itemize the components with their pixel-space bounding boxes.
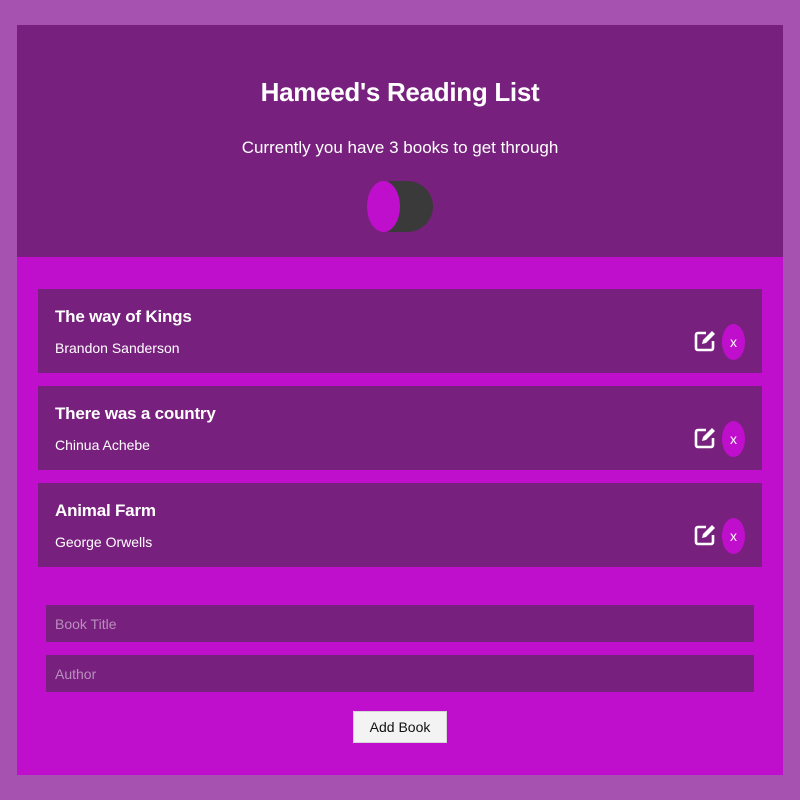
edit-icon[interactable] bbox=[693, 523, 717, 547]
delete-button[interactable]: x bbox=[722, 324, 745, 360]
book-author: George Orwells bbox=[55, 534, 153, 550]
book-list: The way of Kings Brandon Sanderson x The… bbox=[38, 289, 762, 580]
delete-button[interactable]: x bbox=[722, 518, 745, 554]
book-count-subtitle: Currently you have 3 books to get throug… bbox=[241, 138, 559, 157]
reading-list-app: Hameed's Reading List Currently you have… bbox=[17, 25, 783, 775]
page-title: Hameed's Reading List bbox=[260, 77, 540, 107]
author-input[interactable] bbox=[46, 655, 754, 692]
book-title: Animal Farm bbox=[55, 501, 156, 520]
add-book-button[interactable]: Add Book bbox=[353, 711, 447, 743]
book-author: Brandon Sanderson bbox=[55, 340, 180, 356]
delete-button[interactable]: x bbox=[722, 421, 745, 457]
add-book-form: Add Book bbox=[46, 605, 754, 743]
book-title-input[interactable] bbox=[46, 605, 754, 642]
toggle-knob[interactable] bbox=[367, 181, 400, 232]
book-title: There was a country bbox=[55, 404, 216, 423]
book-item: There was a country Chinua Achebe x bbox=[38, 386, 762, 470]
book-author: Chinua Achebe bbox=[55, 437, 150, 453]
book-item: The way of Kings Brandon Sanderson x bbox=[38, 289, 762, 373]
edit-icon[interactable] bbox=[693, 329, 717, 353]
theme-toggle[interactable] bbox=[367, 181, 433, 232]
header: Hameed's Reading List Currently you have… bbox=[17, 25, 783, 257]
book-title: The way of Kings bbox=[55, 307, 192, 326]
book-item: Animal Farm George Orwells x bbox=[38, 483, 762, 567]
edit-icon[interactable] bbox=[693, 426, 717, 450]
